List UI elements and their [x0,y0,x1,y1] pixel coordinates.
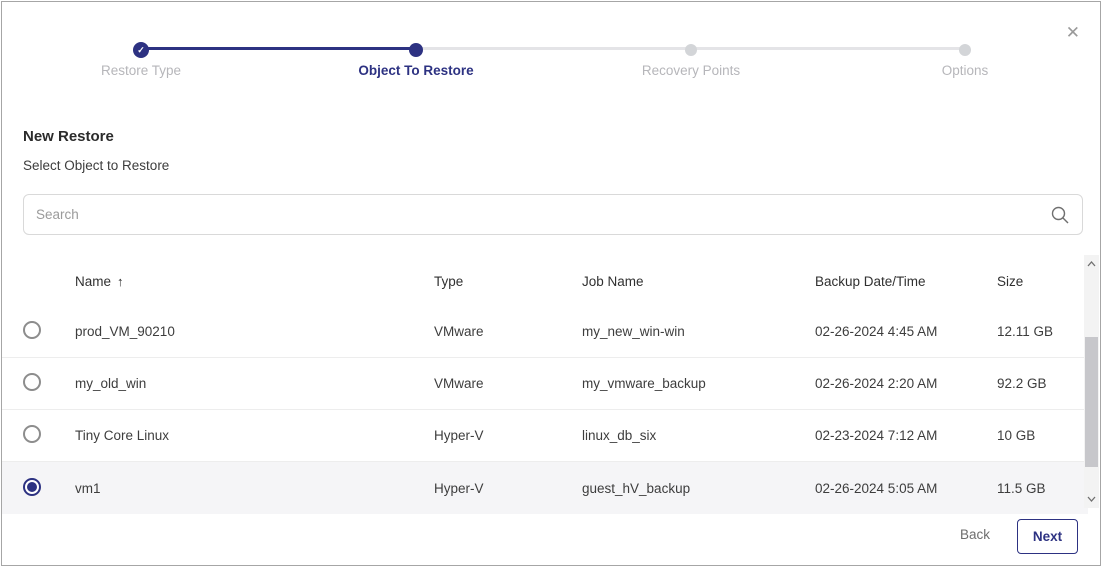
row-name: vm1 [75,481,434,496]
step-dot-icon: ✓ [133,42,149,58]
row-type: Hyper-V [434,481,582,496]
row-type: Hyper-V [434,428,582,443]
page-subtitle: Select Object to Restore [23,158,169,173]
row-radio[interactable] [23,373,41,391]
table-row[interactable]: Tiny Core Linux Hyper-V linux_db_six 02-… [2,410,1088,462]
step-label[interactable]: Recovery Points [642,63,740,78]
search-box [23,194,1083,235]
restore-objects-table: Name ↑ Type Job Name Backup Date/Time Siz… [2,257,1088,514]
row-name: my_old_win [75,376,434,391]
column-header-backup-datetime[interactable]: Backup Date/Time [815,274,997,289]
step-label[interactable]: Object To Restore [358,63,473,78]
row-radio-cell [2,478,75,499]
row-job-name: guest_hV_backup [582,481,815,496]
table-row[interactable]: my_old_win VMware my_vmware_backup 02-26… [2,358,1088,410]
row-radio-cell [2,321,75,342]
sort-asc-icon: ↑ [117,274,124,289]
column-label-name: Name [75,274,111,289]
row-size: 10 GB [997,428,1088,443]
row-name: Tiny Core Linux [75,428,434,443]
row-backup-datetime: 02-26-2024 4:45 AM [815,324,997,339]
table-scrollbar[interactable] [1084,255,1099,508]
step-dot-icon [409,43,423,57]
back-button[interactable]: Back [960,527,990,542]
row-job-name: my_new_win-win [582,324,815,339]
row-size: 92.2 GB [997,376,1088,391]
row-size: 11.5 GB [997,481,1088,496]
page-title: New Restore [23,128,114,145]
step-dot-icon [685,44,697,56]
row-backup-datetime: 02-26-2024 2:20 AM [815,376,997,391]
row-radio-cell [2,373,75,394]
new-restore-dialog: ✕ ✓ Restore Type Object To Restore Recov… [1,1,1101,566]
search-icon [1050,205,1070,225]
wizard-stepper: ✓ Restore Type Object To Restore Recover… [2,2,1100,94]
row-radio[interactable] [23,478,41,496]
row-name: prod_VM_90210 [75,324,434,339]
column-header-name[interactable]: Name ↑ [75,274,434,289]
stepper-line-completed [141,47,416,50]
row-type: VMware [434,324,582,339]
row-job-name: my_vmware_backup [582,376,815,391]
search-input[interactable] [24,207,1050,222]
row-size: 12.11 GB [997,324,1088,339]
step-label[interactable]: Restore Type [101,63,181,78]
radio-dot [27,482,37,492]
step-label[interactable]: Options [942,63,989,78]
column-header-type[interactable]: Type [434,274,582,289]
scroll-down-icon[interactable] [1084,492,1099,506]
scroll-up-icon[interactable] [1084,257,1099,271]
step-dot-icon [959,44,971,56]
row-radio-cell [2,425,75,446]
table-header: Name ↑ Type Job Name Backup Date/Time Siz… [2,257,1088,306]
row-radio[interactable] [23,321,41,339]
next-button[interactable]: Next [1017,519,1078,554]
scrollbar-thumb[interactable] [1085,337,1098,467]
row-backup-datetime: 02-26-2024 5:05 AM [815,481,997,496]
column-header-job-name[interactable]: Job Name [582,274,815,289]
row-job-name: linux_db_six [582,428,815,443]
table-row[interactable]: vm1 Hyper-V guest_hV_backup 02-26-2024 5… [2,462,1088,514]
row-backup-datetime: 02-23-2024 7:12 AM [815,428,997,443]
table-row[interactable]: prod_VM_90210 VMware my_new_win-win 02-2… [2,306,1088,358]
row-type: VMware [434,376,582,391]
row-radio[interactable] [23,425,41,443]
column-header-size[interactable]: Size [997,274,1088,289]
table-body: prod_VM_90210 VMware my_new_win-win 02-2… [2,306,1088,514]
